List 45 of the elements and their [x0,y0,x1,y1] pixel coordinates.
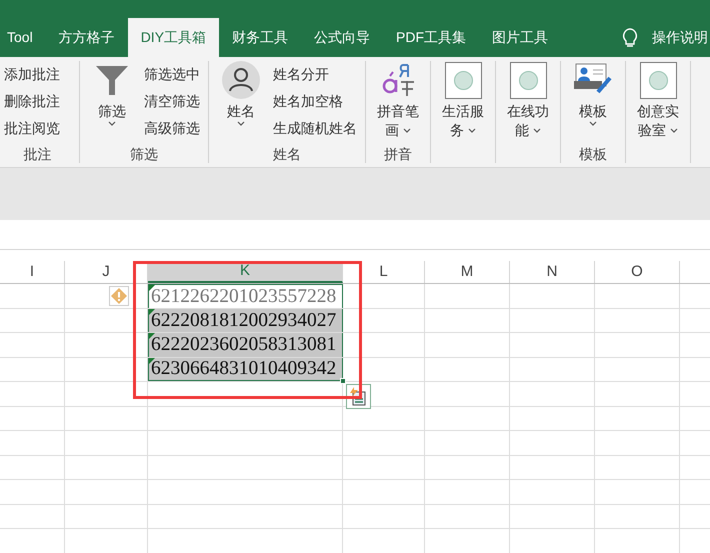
person-icon [221,60,261,100]
lightbulb-icon [622,28,638,48]
ribbon-small-button[interactable]: 添加批注 [4,63,60,85]
group-label: 模板 [578,145,608,163]
ribbon-tab[interactable]: 公式向导 [301,18,384,57]
fill-handle[interactable] [340,378,346,384]
ribbon-tab[interactable]: DIY工具箱 [128,18,220,57]
ribbon-tab[interactable]: PDF工具集 [383,18,480,57]
caret-icon [670,128,678,134]
caret-icon [237,121,245,127]
ribbon-large-button[interactable]: 在线功能 [504,61,552,145]
ribbon-small-button[interactable]: 姓名分开 [273,63,357,85]
caret-icon [108,121,116,127]
group-label: 筛选 [129,145,159,163]
caret-icon [532,128,541,134]
ribbon-tab[interactable]: 财务工具 [219,18,302,57]
ribbon-small-button[interactable]: 清空筛选 [144,90,200,112]
ribbon-large-button[interactable]: 筛选 [88,61,136,145]
ribbon-tab[interactable]: Tool [0,18,46,57]
table-cell: 6212262201023557228 [148,284,343,308]
group-label: 批注 [22,145,52,163]
ribbon-small-button[interactable]: 生成随机姓名 [273,117,357,139]
ribbon-tab[interactable]: 方方格子 [46,18,128,57]
group-label: 姓名 [272,145,302,163]
ribbon-small-button[interactable]: 批注阅览 [4,117,60,139]
ribbon-small-button[interactable]: 筛选选中 [144,63,200,85]
caret-icon [468,128,476,134]
ribbon-large-button[interactable]: 姓名 [217,61,265,145]
caret-icon [402,128,411,134]
ribbon-tab[interactable]: 图片工具 [479,18,562,57]
table-cell: 6230664831010409342 [148,358,343,381]
ribbon-small-button[interactable]: 删除批注 [4,90,60,112]
ribbon-large-button[interactable]: 创意实验室 [634,61,682,145]
funnel-icon [95,63,129,97]
table-cell: 6222023602058313081 [148,333,343,356]
ribbon-large-button[interactable]: 模板 [569,61,617,145]
pinyin-icon [380,62,416,98]
ribbon-large-button[interactable]: 生活服务 [439,61,487,145]
ribbon-large-button[interactable]: 拼音笔画 [374,61,422,145]
ribbon-small-button[interactable]: 高级筛选 [144,117,200,139]
table-cell: 6222081812002934027 [148,308,343,332]
ribbon-small-button[interactable]: 姓名加空格 [273,90,357,112]
help-button[interactable]: 操作说明 [652,27,708,48]
caret-icon [589,121,597,127]
group-label: 拼音 [383,145,413,163]
